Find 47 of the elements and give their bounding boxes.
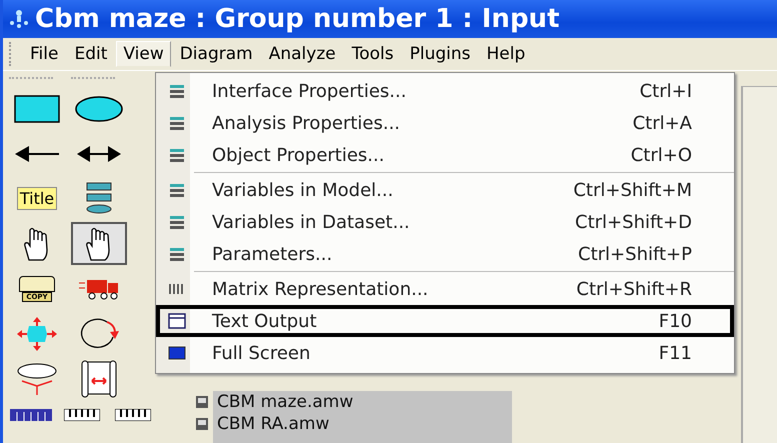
- file-name[interactable]: CBM maze.amw: [217, 392, 354, 412]
- rectangle-icon: [14, 94, 60, 122]
- menu-option[interactable]: Variables in Dataset... Ctrl+Shift+D: [156, 206, 734, 238]
- table-icon: [10, 409, 52, 421]
- menu-item[interactable]: File: [23, 41, 66, 67]
- arrow-left-icon: [15, 146, 59, 162]
- tool-button[interactable]: [71, 222, 127, 265]
- tool-button[interactable]: Title: [9, 177, 65, 220]
- file-icon: [195, 395, 209, 409]
- list-icon: [85, 182, 113, 216]
- menu-option[interactable]: Parameters... Ctrl+Shift+P: [156, 238, 734, 270]
- grid-icon: [168, 214, 186, 230]
- rotate-icon: [79, 316, 119, 350]
- keyboard-icon: [114, 409, 151, 421]
- menu-option[interactable]: Matrix Representation... Ctrl+Shift+R: [156, 273, 734, 305]
- menu-item[interactable]: Tools: [344, 41, 401, 67]
- ellipse-fork-icon: [16, 362, 58, 396]
- menu-option[interactable]: Interface Properties... Ctrl+I: [156, 75, 734, 107]
- title-label: Title: [16, 187, 58, 210]
- menu-item[interactable]: View: [116, 41, 171, 67]
- menu-option[interactable]: Text Output F10: [156, 305, 734, 337]
- move-icon: [17, 316, 57, 350]
- grid-icon: [168, 83, 186, 99]
- grid-icon: [168, 115, 186, 131]
- scroll-icon: [79, 358, 119, 398]
- grid-icon: [168, 246, 186, 262]
- window-icon: [168, 313, 186, 329]
- ellipse-icon: [75, 96, 123, 122]
- menu-option[interactable]: Analysis Properties... Ctrl+A: [156, 107, 734, 139]
- bars-icon: [168, 281, 186, 297]
- screen-icon: [168, 345, 186, 361]
- app-icon: [9, 9, 29, 29]
- menu-option[interactable]: Variables in Model... Ctrl+Shift+M: [156, 174, 734, 206]
- keyboard-icon: [64, 409, 100, 421]
- window-title: Cbm maze : Group number 1 : Input: [35, 4, 560, 34]
- grid-icon: [168, 182, 186, 198]
- file-icon: [195, 417, 209, 431]
- menu-option[interactable]: Object Properties... Ctrl+O: [156, 139, 734, 171]
- menu-item[interactable]: Edit: [67, 41, 114, 67]
- file-name[interactable]: CBM RA.amw: [217, 414, 330, 434]
- menu-option[interactable]: Full Screen F11: [156, 337, 734, 369]
- double-arrow-icon: [77, 146, 121, 162]
- menu-item[interactable]: Help: [480, 41, 532, 67]
- menu-item[interactable]: Diagram: [172, 41, 260, 67]
- grid-icon: [168, 147, 186, 163]
- menu-item[interactable]: Plugins: [402, 41, 478, 67]
- menu-item[interactable]: Analyze: [262, 41, 343, 67]
